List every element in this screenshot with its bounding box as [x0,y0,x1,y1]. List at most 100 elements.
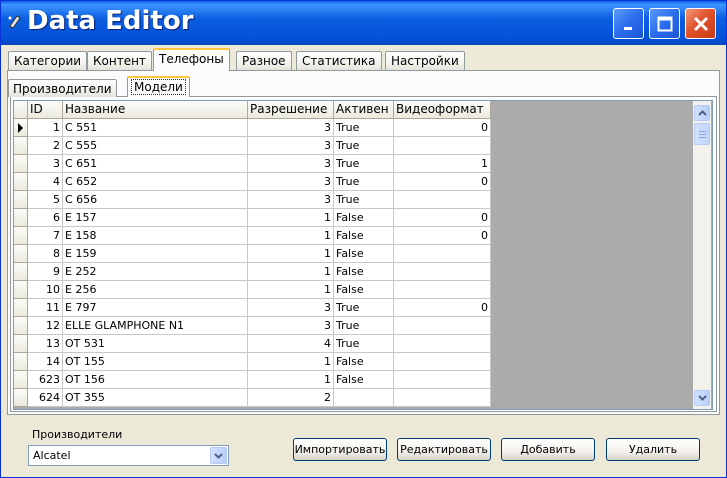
table-row[interactable]: 1C 551 3 True 0 [14,119,491,137]
table-row[interactable]: 10 E 256 1 False [14,281,491,299]
table-row[interactable]: 5C 656 3 True [14,191,491,209]
row-selector[interactable] [14,371,28,389]
cell-name[interactable]: C 555 [63,137,248,155]
cell-id[interactable]: 1 [28,119,63,137]
table-row[interactable]: 6E 157 1 False 0 [14,209,491,227]
cell-videoformat[interactable]: 1 [394,155,491,173]
tab-phones[interactable]: Телефоны [153,48,230,71]
table-row[interactable]: 624 OT 355 2 [14,389,491,407]
cell-videoformat[interactable] [394,245,491,263]
cell-active[interactable]: False [334,371,394,389]
cell-videoformat[interactable]: 0 [394,227,491,245]
tab-producers[interactable]: Производители [8,79,117,97]
cell-resolution[interactable]: 2 [248,389,334,407]
tab-settings[interactable]: Настройки [385,51,465,70]
table-row[interactable]: 623 OT 156 1 False [14,371,491,389]
cell-videoformat[interactable] [394,353,491,371]
scroll-thumb[interactable] [694,123,710,145]
row-selector[interactable] [14,191,28,209]
row-selector[interactable] [14,317,28,335]
cell-id[interactable]: 8 [28,245,63,263]
scroll-up-button[interactable] [694,105,710,121]
cell-active[interactable]: True [334,119,394,137]
cell-name[interactable]: C 651 [63,155,248,173]
cell-videoformat[interactable] [394,263,491,281]
cell-videoformat[interactable] [394,137,491,155]
column-header-resolution[interactable]: Разрешение [248,101,334,119]
cell-active[interactable]: False [334,209,394,227]
cell-resolution[interactable]: 3 [248,317,334,335]
column-header-id[interactable]: ID [28,101,63,119]
edit-button[interactable]: Редактировать [397,438,491,461]
cell-resolution[interactable]: 3 [248,173,334,191]
cell-name[interactable]: E 159 [63,245,248,263]
table-row[interactable]: 7E 158 1 False 0 [14,227,491,245]
table-row[interactable]: 14 OT 155 1 False [14,353,491,371]
table-row[interactable]: 11 E 797 3 True 0 [14,299,491,317]
cell-id[interactable]: 7 [28,227,63,245]
cell-resolution[interactable]: 1 [248,353,334,371]
cell-videoformat[interactable] [394,317,491,335]
cell-resolution[interactable]: 1 [248,209,334,227]
row-selector[interactable] [14,155,28,173]
header-corner[interactable] [14,101,28,119]
table-row[interactable]: 3C 651 3 True 1 [14,155,491,173]
tab-content[interactable]: Контент [87,51,152,70]
cell-id[interactable]: 623 [28,371,63,389]
cell-active[interactable]: True [334,137,394,155]
cell-active[interactable]: False [334,263,394,281]
cell-name[interactable]: ELLE GLAMPHONE N1 [63,317,248,335]
cell-resolution[interactable]: 3 [248,191,334,209]
cell-videoformat[interactable] [394,389,491,407]
cell-id[interactable]: 13 [28,335,63,353]
cell-videoformat[interactable] [394,371,491,389]
row-selector[interactable] [14,227,28,245]
cell-resolution[interactable]: 1 [248,281,334,299]
table-row[interactable]: 4C 652 3 True 0 [14,173,491,191]
cell-name[interactable]: E 797 [63,299,248,317]
row-selector[interactable] [14,119,28,137]
cell-videoformat[interactable]: 0 [394,119,491,137]
row-selector[interactable] [14,173,28,191]
cell-videoformat[interactable] [394,191,491,209]
table-row[interactable]: 12 ELLE GLAMPHONE N1 3 True [14,317,491,335]
row-selector[interactable] [14,281,28,299]
cell-videoformat[interactable]: 0 [394,209,491,227]
scroll-down-button[interactable] [694,390,710,406]
cell-active[interactable]: False [334,227,394,245]
cell-id[interactable]: 3 [28,155,63,173]
cell-active[interactable]: True [334,191,394,209]
producers-dropdown-button[interactable] [210,447,227,464]
grid-vertical-scrollbar[interactable] [693,101,711,409]
cell-resolution[interactable]: 1 [248,245,334,263]
cell-active[interactable]: True [334,155,394,173]
cell-videoformat[interactable] [394,281,491,299]
cell-name[interactable]: OT 531 [63,335,248,353]
cell-name[interactable]: C 551 [63,119,248,137]
cell-name[interactable]: E 157 [63,209,248,227]
cell-name[interactable]: E 256 [63,281,248,299]
delete-button[interactable]: Удалить [606,438,700,461]
cell-active[interactable]: True [334,335,394,353]
column-header-active[interactable]: Активен [334,101,394,119]
table-row[interactable]: 13 OT 531 4 True [14,335,491,353]
tab-misc[interactable]: Разное [236,51,292,70]
cell-name[interactable]: E 158 [63,227,248,245]
cell-resolution[interactable]: 1 [248,263,334,281]
producers-select[interactable]: Alcatel [28,445,229,466]
cell-resolution[interactable]: 3 [248,155,334,173]
cell-name[interactable]: E 252 [63,263,248,281]
cell-name[interactable]: OT 155 [63,353,248,371]
title-bar[interactable]: Data Editor [1,1,726,45]
cell-resolution[interactable]: 3 [248,119,334,137]
models-grid[interactable]: ID Название Разрешение Активен Видеоформ… [13,100,713,410]
maximize-button[interactable] [649,8,680,39]
cell-resolution[interactable]: 3 [248,299,334,317]
column-header-name[interactable]: Название [63,101,248,119]
cell-name[interactable]: OT 156 [63,371,248,389]
cell-resolution[interactable]: 1 [248,227,334,245]
row-selector[interactable] [14,263,28,281]
cell-id[interactable]: 11 [28,299,63,317]
cell-name[interactable]: C 656 [63,191,248,209]
cell-id[interactable]: 5 [28,191,63,209]
